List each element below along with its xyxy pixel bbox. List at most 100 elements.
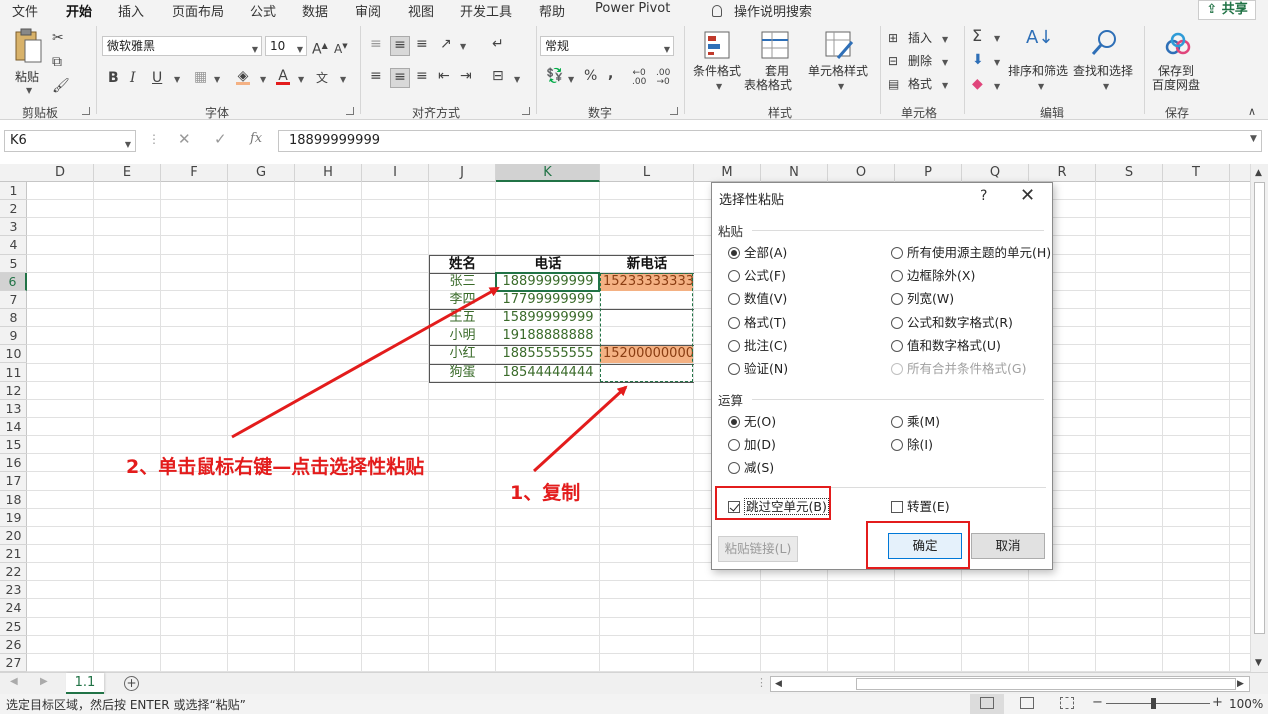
- underline-icon[interactable]: U: [152, 70, 162, 86]
- table-cell-name[interactable]: 小红: [429, 345, 496, 363]
- table-cell-phone[interactable]: 18855555555: [496, 345, 600, 363]
- copy-icon[interactable]: ⧉: [52, 54, 62, 70]
- row-header-21[interactable]: 21: [0, 545, 27, 564]
- zoom-slider-knob[interactable]: [1151, 698, 1156, 709]
- chevron-down-icon[interactable]: ▼: [460, 42, 466, 51]
- format-painter-icon[interactable]: 🖌: [52, 78, 70, 94]
- column-header-o[interactable]: O: [828, 164, 895, 182]
- column-header-i[interactable]: I: [362, 164, 429, 182]
- row-header-7[interactable]: 7: [0, 291, 27, 310]
- column-header-f[interactable]: F: [161, 164, 228, 182]
- row-header-24[interactable]: 24: [0, 599, 27, 618]
- row-header-15[interactable]: 15: [0, 436, 27, 455]
- table-cell-name[interactable]: 张三: [429, 273, 496, 291]
- tab-home[interactable]: 开始: [66, 1, 93, 23]
- cell-styles-button[interactable]: 单元格样式 ▼: [806, 26, 872, 98]
- alignment-launcher-icon[interactable]: [522, 107, 530, 115]
- phonetic-icon[interactable]: 文: [316, 70, 328, 86]
- chevron-down-icon[interactable]: ▼: [568, 75, 574, 84]
- row-header-19[interactable]: 19: [0, 509, 27, 527]
- tab-view[interactable]: 视图: [408, 1, 434, 20]
- confirm-entry-icon[interactable]: ✓: [214, 130, 227, 148]
- zoom-level[interactable]: 100%: [1229, 697, 1263, 711]
- tell-me-search[interactable]: 操作说明搜索: [712, 1, 812, 20]
- row-header-22[interactable]: 22: [0, 563, 27, 582]
- row-header-23[interactable]: 23: [0, 581, 27, 600]
- column-header-m[interactable]: M: [694, 164, 761, 182]
- tab-help[interactable]: 帮助: [539, 1, 565, 20]
- radio-option[interactable]: 公式(F): [728, 268, 786, 283]
- chevron-down-icon[interactable]: ▼: [994, 34, 1000, 43]
- table-cell-name[interactable]: 狗蛋: [429, 364, 496, 382]
- table-phone-header[interactable]: 电话: [496, 255, 600, 273]
- zoom-in-icon[interactable]: +: [1212, 695, 1223, 710]
- font-color-icon[interactable]: A: [276, 68, 290, 85]
- fill-color-icon[interactable]: ◈: [236, 68, 250, 85]
- align-middle-icon[interactable]: ≡: [390, 36, 410, 56]
- cancel-entry-icon[interactable]: ✕: [178, 130, 191, 148]
- radio-option[interactable]: 列宽(W): [891, 291, 954, 306]
- cut-icon[interactable]: ✂: [52, 30, 64, 46]
- add-sheet-button[interactable]: +: [124, 676, 139, 691]
- wrap-text-icon[interactable]: ↵: [492, 36, 504, 52]
- merge-center-icon[interactable]: ⊟: [492, 68, 504, 84]
- column-header-d[interactable]: D: [27, 164, 94, 182]
- find-select-button[interactable]: 查找和选择 ▼: [1072, 26, 1138, 98]
- chevron-down-icon[interactable]: ▼: [994, 58, 1000, 67]
- zoom-out-icon[interactable]: −: [1092, 695, 1103, 710]
- row-header-13[interactable]: 13: [0, 400, 27, 418]
- row-header-12[interactable]: 12: [0, 382, 27, 400]
- clear-icon[interactable]: ◆: [972, 76, 983, 92]
- radio-option[interactable]: 加(D): [728, 437, 776, 452]
- column-header-p[interactable]: P: [895, 164, 962, 182]
- paste-link-button[interactable]: 粘贴链接(L): [718, 536, 798, 562]
- row-header-17[interactable]: 17: [0, 472, 27, 491]
- column-header-k[interactable]: K: [496, 164, 600, 182]
- row-header-18[interactable]: 18: [0, 491, 27, 509]
- column-header-l[interactable]: L: [600, 164, 694, 182]
- clipboard-launcher-icon[interactable]: [82, 107, 90, 115]
- currency-icon[interactable]: 💱: [546, 68, 563, 84]
- tab-page-layout[interactable]: 页面布局: [172, 1, 224, 20]
- chevron-down-icon[interactable]: ▼: [260, 75, 266, 84]
- chevron-down-icon[interactable]: ▼: [340, 75, 346, 84]
- name-box[interactable]: K6 ▼: [4, 130, 136, 152]
- column-header-e[interactable]: E: [94, 164, 161, 182]
- scroll-up-icon[interactable]: ▲: [1255, 168, 1262, 178]
- table-name-header[interactable]: 姓名: [429, 255, 496, 273]
- chevron-down-icon[interactable]: ▼: [994, 82, 1000, 91]
- column-header-h[interactable]: H: [295, 164, 362, 182]
- conditional-format-button[interactable]: 条件格式 ▼: [690, 26, 746, 98]
- chevron-down-icon[interactable]: ▼: [174, 75, 180, 84]
- radio-option[interactable]: 验证(N): [728, 361, 788, 376]
- row-header-9[interactable]: 9: [0, 327, 27, 346]
- column-header-r[interactable]: R: [1029, 164, 1096, 182]
- normal-view-icon[interactable]: [980, 697, 994, 709]
- row-header-26[interactable]: 26: [0, 636, 27, 654]
- table-cell-name[interactable]: 小明: [429, 327, 496, 345]
- autosum-icon[interactable]: Σ: [972, 28, 982, 44]
- font-size-combo[interactable]: 10 ▼: [265, 36, 307, 56]
- comma-style-icon[interactable]: ,: [608, 66, 613, 82]
- tab-review[interactable]: 审阅: [355, 1, 381, 20]
- align-bottom-icon[interactable]: ≡: [416, 36, 428, 52]
- sheet-tab-1-1[interactable]: 1.1: [66, 673, 104, 694]
- column-header-q[interactable]: Q: [962, 164, 1029, 182]
- save-to-baidu-button[interactable]: 保存到 百度网盘: [1150, 26, 1206, 98]
- row-header-11[interactable]: 11: [0, 364, 27, 382]
- radio-option[interactable]: 公式和数字格式(R): [891, 315, 1013, 330]
- row-header-1[interactable]: 1: [0, 182, 27, 201]
- table-cell-name[interactable]: 李四: [429, 291, 496, 309]
- table-new-phone-header[interactable]: 新电话: [600, 255, 694, 273]
- collapse-ribbon-icon[interactable]: ∧: [1248, 104, 1256, 120]
- percent-icon[interactable]: %: [584, 68, 597, 84]
- formula-bar-grip-icon[interactable]: ⋮: [148, 132, 160, 146]
- tab-data[interactable]: 数据: [302, 1, 328, 20]
- orientation-icon[interactable]: ↗: [440, 36, 452, 52]
- decrease-indent-icon[interactable]: ⇤: [438, 68, 450, 84]
- radio-option[interactable]: 所有使用源主题的单元(H): [891, 245, 1051, 260]
- table-cell-phone[interactable]: 17799999999: [496, 291, 600, 309]
- radio-option[interactable]: 减(S): [728, 460, 774, 475]
- share-button[interactable]: ⇪ 共享: [1198, 0, 1256, 20]
- align-top-icon[interactable]: ≡: [370, 36, 382, 52]
